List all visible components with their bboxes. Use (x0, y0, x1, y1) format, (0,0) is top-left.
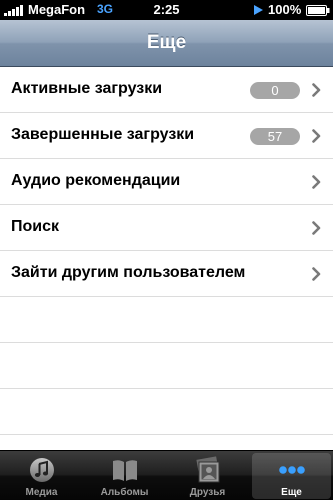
empty-row (0, 389, 333, 435)
menu-item-switch-user[interactable]: Зайти другим пользователем (0, 251, 333, 297)
chevron-right-icon (312, 267, 321, 281)
tab-bar: Медиа Альбомы Друзья Еще (0, 450, 333, 500)
book-icon (113, 460, 137, 481)
tab-label: Альбомы (100, 487, 149, 498)
navigation-bar: Еще (0, 20, 333, 67)
menu-item-audio-recommendations[interactable]: Аудио рекомендации (0, 159, 333, 205)
page-title: Еще (146, 32, 187, 53)
menu-item-label: Поиск (11, 218, 60, 235)
tab-media[interactable]: Медиа (2, 453, 81, 499)
tab-label: Медиа (25, 487, 58, 498)
menu-item-search[interactable]: Поиск (0, 205, 333, 251)
tab-more[interactable]: Еще (252, 453, 331, 499)
music-note-icon (30, 458, 54, 482)
empty-row (0, 343, 333, 389)
tab-label: Друзья (189, 487, 226, 498)
battery-percentage: 100% (268, 2, 302, 17)
photos-icon (196, 456, 220, 483)
status-bar: MegaFon 3G 2:25 100% (0, 0, 333, 20)
chevron-right-icon (312, 129, 321, 143)
count-badge: 0 (250, 82, 300, 99)
count-badge: 57 (250, 128, 300, 145)
menu-item-active-downloads[interactable]: Активные загрузки 0 (0, 67, 333, 113)
tab-label: Еще (281, 487, 302, 498)
menu-item-label: Зайти другим пользователем (11, 264, 246, 281)
menu-item-label: Завершенные загрузки (11, 126, 195, 143)
play-icon (254, 5, 263, 15)
chevron-right-icon (312, 221, 321, 235)
chevron-right-icon (312, 83, 321, 97)
tab-albums[interactable]: Альбомы (85, 453, 164, 499)
menu-item-label: Аудио рекомендации (11, 172, 181, 189)
battery-icon (306, 5, 330, 16)
menu-list: Активные загрузки 0 Завершенные загрузки… (0, 67, 333, 450)
empty-row (0, 297, 333, 343)
more-dots-icon (279, 466, 305, 474)
tab-friends[interactable]: Друзья (168, 453, 247, 499)
menu-item-completed-downloads[interactable]: Завершенные загрузки 57 (0, 113, 333, 159)
chevron-right-icon (312, 175, 321, 189)
menu-item-label: Активные загрузки (11, 80, 163, 97)
